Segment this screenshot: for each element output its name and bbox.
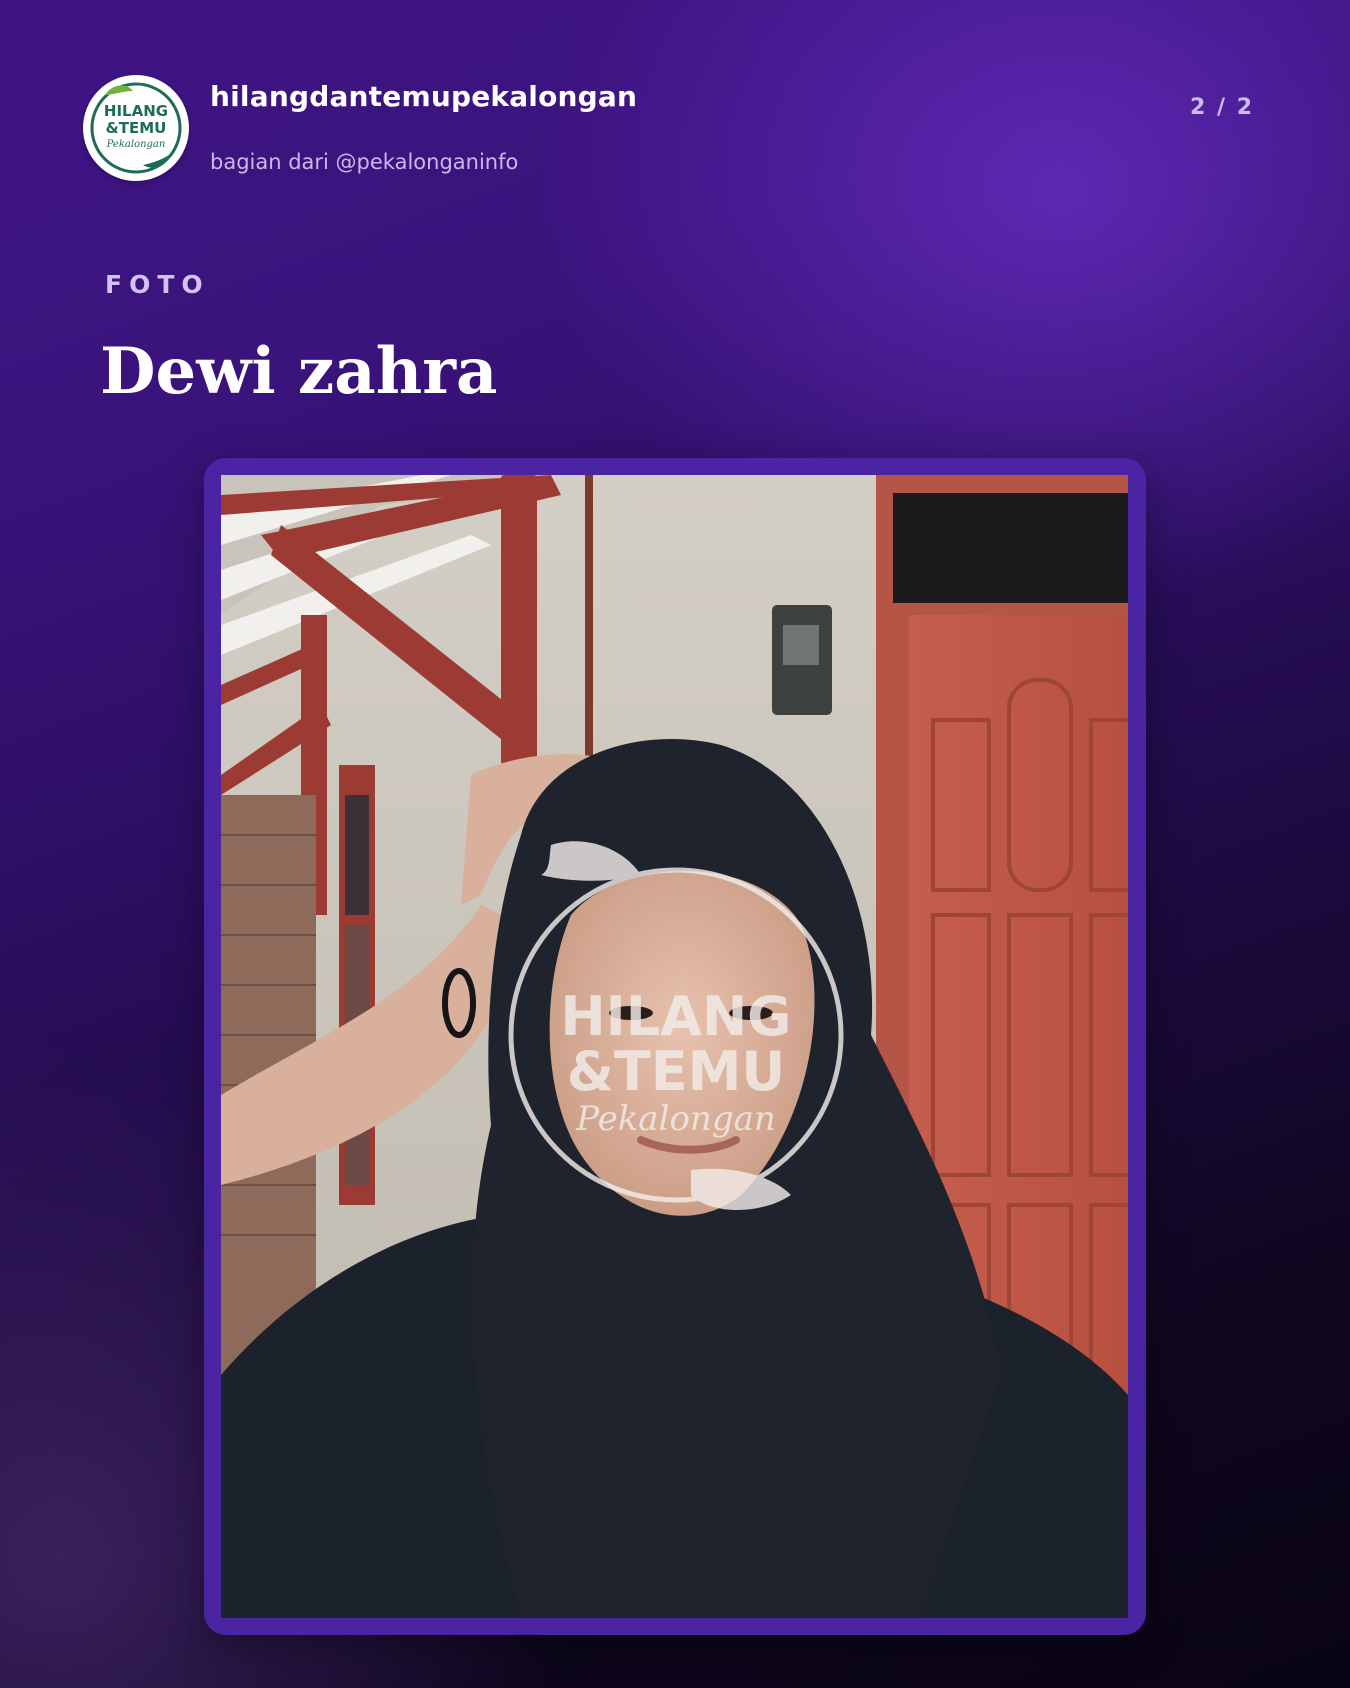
page-counter: 2 / 2 bbox=[1190, 95, 1254, 120]
portrait-photo: HILANG &TEMU Pekalongan bbox=[221, 475, 1128, 1618]
post-header: HILANG &TEMU Pekalongan hilangdantemupek… bbox=[0, 0, 1350, 200]
watermark-line-3: Pekalongan bbox=[575, 1099, 776, 1139]
hilang-temu-logo-icon: HILANG &TEMU Pekalongan bbox=[90, 82, 182, 174]
logo-line-1: HILANG bbox=[104, 102, 168, 120]
logo-line-3: Pekalongan bbox=[106, 139, 166, 150]
photo-card: HILANG &TEMU Pekalongan bbox=[204, 458, 1146, 1635]
account-avatar[interactable]: HILANG &TEMU Pekalongan bbox=[83, 75, 189, 181]
logo-line-2: &TEMU bbox=[106, 119, 167, 137]
watermark-line-1: HILANG bbox=[560, 985, 791, 1048]
watermark-line-2: &TEMU bbox=[567, 1040, 785, 1103]
account-subtitle: bagian dari @pekalonganinfo bbox=[210, 150, 519, 174]
person-name: Dewi zahra bbox=[100, 334, 498, 409]
section-label: FOTO bbox=[105, 270, 210, 299]
account-name[interactable]: hilangdantemupekalongan bbox=[210, 80, 637, 113]
photo-illustration: HILANG &TEMU Pekalongan bbox=[221, 475, 1128, 1618]
